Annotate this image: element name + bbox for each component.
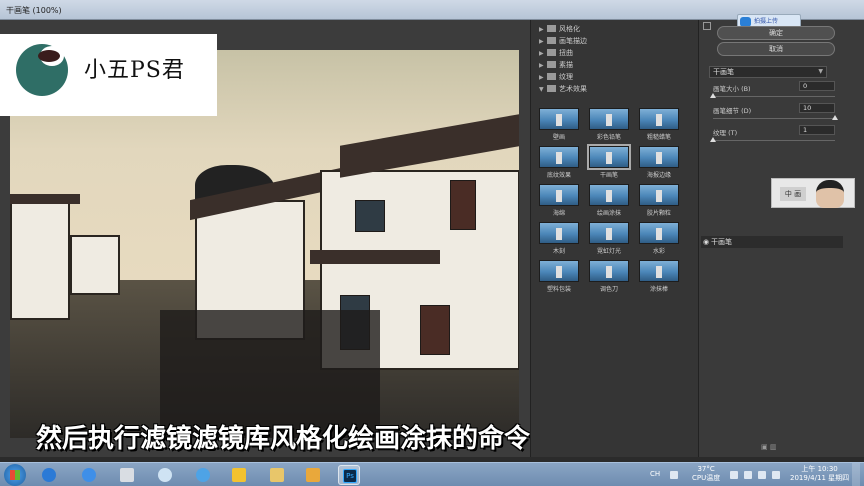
- window-titlebar: 干画笔 (100%): [0, 0, 864, 20]
- photo-building-left: [10, 200, 70, 320]
- folder-icon: [547, 49, 556, 56]
- filter-type-select[interactable]: 干画笔 ▼: [709, 66, 827, 78]
- volume-icon[interactable]: [730, 471, 738, 479]
- video-subtitle: 然后执行滤镜滤镜库风格化绘画涂抹的命令: [36, 424, 531, 454]
- brush-size-label: 画笔大小 (B): [713, 85, 751, 93]
- taskbar-ie[interactable]: [38, 465, 60, 485]
- capture-icon: [158, 468, 172, 482]
- category-sketch[interactable]: ▶ 素描: [539, 60, 573, 72]
- texture-label: 纹理 (T): [713, 129, 738, 137]
- taskbar-tool[interactable]: [302, 465, 324, 485]
- filter-plastic-wrap[interactable]: 塑料包装: [539, 260, 579, 295]
- category-brush-strokes[interactable]: ▶ 画笔描边: [539, 36, 587, 48]
- filter-neon-glow[interactable]: 霓虹灯光: [589, 222, 629, 257]
- filter-colored-pencil[interactable]: 彩色铅笔: [589, 108, 629, 143]
- network-icon[interactable]: [744, 471, 752, 479]
- category-artistic[interactable]: ▼ 艺术效果: [539, 84, 587, 96]
- brush-detail-slider[interactable]: [713, 115, 838, 120]
- filter-smudge-stick[interactable]: 涂抹棒: [639, 260, 679, 295]
- channel-logo: 小五PS君: [0, 34, 217, 116]
- start-button[interactable]: [4, 464, 26, 486]
- recorder-icon: [232, 468, 246, 482]
- webcam-chip: 中 画: [780, 187, 806, 201]
- filter-underpainting[interactable]: 底纹效果: [539, 146, 579, 181]
- filter-paint-daubs[interactable]: 绘画涂抹: [589, 184, 629, 219]
- filter-settings-panel: 拍摄上传 确定 取消 干画笔 ▼ 画笔大小 (B) 0 画笔细节 (D) 10 纹…: [698, 14, 864, 457]
- filter-sponge[interactable]: 海绵: [539, 184, 579, 219]
- filter-dry-brush[interactable]: 干画笔: [587, 144, 631, 181]
- photo-building-left-far: [70, 235, 120, 295]
- language-indicator[interactable]: CH: [650, 470, 660, 478]
- chevron-down-icon: ▼: [818, 68, 823, 75]
- system-clock[interactable]: 上午 10:30 2019/4/11 星期四: [790, 465, 849, 483]
- tray-icon[interactable]: [670, 471, 678, 479]
- taskbar-photoshop[interactable]: Ps: [338, 465, 360, 485]
- brush-detail-input[interactable]: 10: [799, 103, 835, 113]
- taskbar-recorder[interactable]: [228, 465, 250, 485]
- taskbar-calculator[interactable]: [116, 465, 138, 485]
- collapse-panel-icon[interactable]: [703, 22, 711, 30]
- photo-roof-left: [10, 194, 80, 204]
- texture-input[interactable]: 1: [799, 125, 835, 135]
- filter-poster-edges[interactable]: 海报边缘: [639, 146, 679, 181]
- photo-window: [420, 305, 450, 355]
- show-desktop-button[interactable]: [852, 463, 860, 486]
- effect-layer-row[interactable]: ◉ 干画笔: [701, 236, 843, 248]
- photo-window: [450, 180, 476, 230]
- flag-icon[interactable]: [758, 471, 766, 479]
- layer-footer-icons[interactable]: ▣ ▥: [761, 443, 776, 451]
- photoshop-icon: Ps: [343, 469, 357, 483]
- filter-rough-pastels[interactable]: 粗糙蜡笔: [639, 108, 679, 143]
- taskbar-browser[interactable]: [192, 465, 214, 485]
- filter-watercolor[interactable]: 水彩: [639, 222, 679, 257]
- cpu-temperature: 37°C CPU温度: [692, 465, 721, 482]
- filter-palette-knife[interactable]: 调色刀: [589, 260, 629, 295]
- brush-size-slider[interactable]: [710, 93, 835, 98]
- windows-taskbar: Ps CH 37°C CPU温度 上午 10:30 2019/4/11 星期四: [0, 462, 864, 486]
- folder-icon: [547, 25, 556, 32]
- tool-icon: [306, 468, 320, 482]
- ie-icon: [42, 468, 56, 482]
- filter-gallery-panel: ▶ 风格化 ▶ 画笔描边 ▶ 扭曲 ▶ 素描 ▶ 纹理 ▼ 艺术效果 壁画 彩色铅笔 粗糙蜡…: [530, 20, 698, 457]
- logo-bird-icon: [38, 50, 60, 62]
- folder-open-icon: [547, 85, 556, 92]
- taskbar-baidu-netdisk[interactable]: [78, 465, 100, 485]
- webcam-overlay: 中 画: [771, 178, 855, 208]
- folder-icon: [547, 37, 556, 44]
- photo-window: [355, 200, 385, 232]
- power-icon[interactable]: [772, 471, 780, 479]
- category-stylize[interactable]: ▶ 风格化: [539, 24, 580, 36]
- folder-icon: [270, 468, 284, 482]
- taskbar-explorer[interactable]: [266, 465, 288, 485]
- folder-icon: [547, 61, 556, 68]
- filter-cutout[interactable]: 木刻: [539, 222, 579, 257]
- calculator-icon: [120, 468, 134, 482]
- taskbar-capture[interactable]: [154, 465, 176, 485]
- filter-fresco[interactable]: 壁画: [539, 108, 579, 143]
- texture-slider[interactable]: [710, 137, 835, 142]
- presenter-face: [816, 180, 844, 208]
- eye-icon[interactable]: ◉: [701, 236, 711, 248]
- browser-icon: [196, 468, 210, 482]
- category-texture[interactable]: ▶ 纹理: [539, 72, 573, 84]
- logo-text: 小五PS君: [84, 58, 185, 83]
- photo-eave-right: [310, 250, 440, 264]
- window-title: 干画笔 (100%): [6, 6, 62, 15]
- brush-detail-label: 画笔细节 (D): [713, 107, 752, 115]
- filter-film-grain[interactable]: 胶片颗粒: [639, 184, 679, 219]
- category-distort[interactable]: ▶ 扭曲: [539, 48, 573, 60]
- brush-size-input[interactable]: 0: [799, 81, 835, 91]
- cloud-icon: [82, 468, 96, 482]
- folder-icon: [547, 73, 556, 80]
- ok-button[interactable]: 确定: [717, 26, 835, 40]
- cancel-button[interactable]: 取消: [717, 42, 835, 56]
